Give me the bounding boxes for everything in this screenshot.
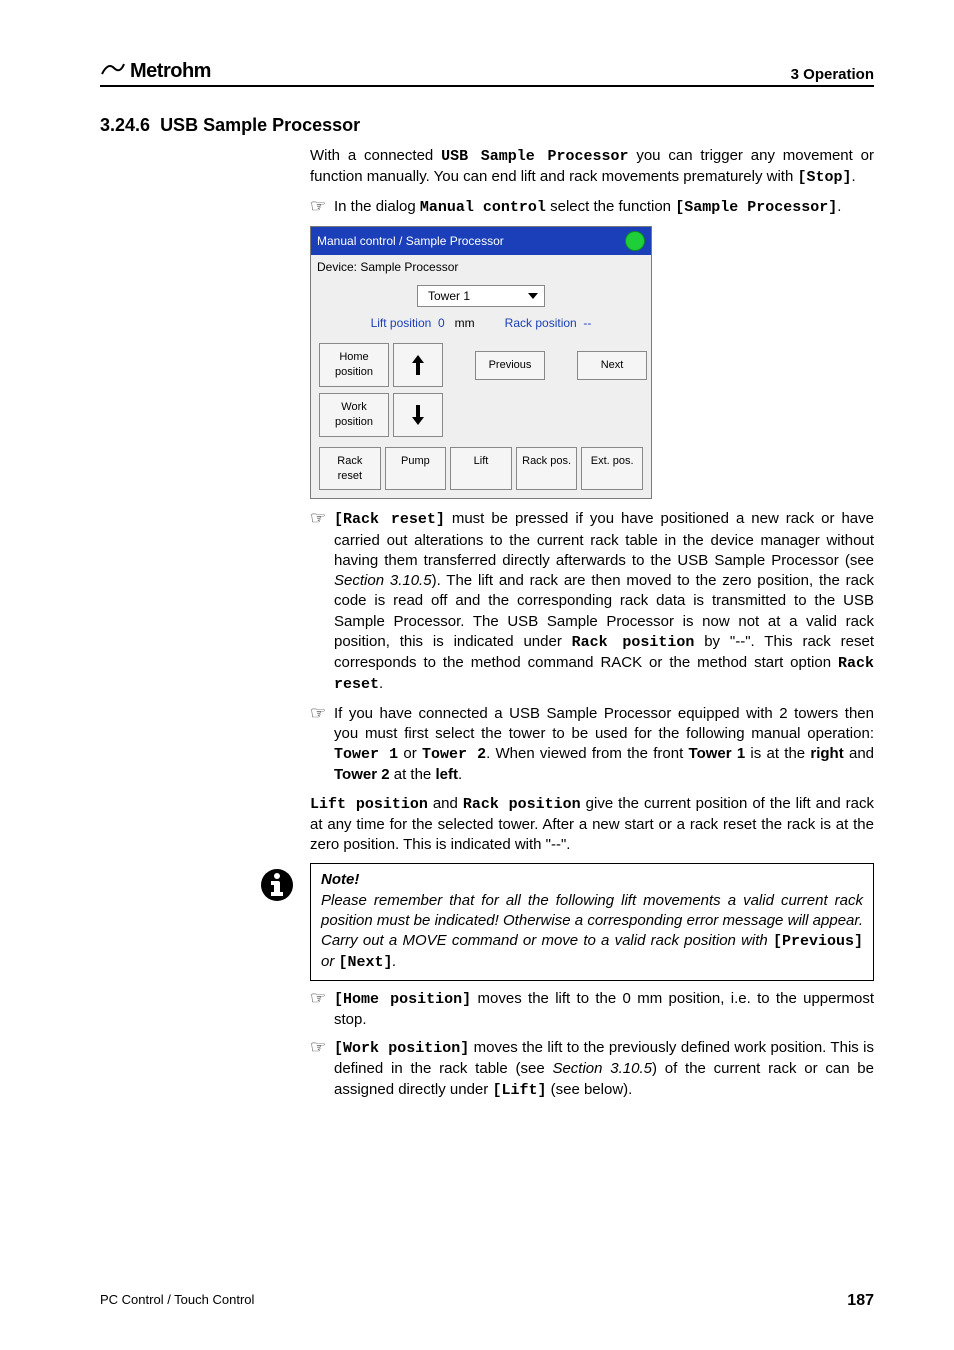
position-paragraph: Lift position and Rack position give the… bbox=[310, 794, 874, 856]
section-number: 3.24.6 bbox=[100, 115, 150, 135]
intro-paragraph: With a connected USB Sample Processor yo… bbox=[310, 146, 874, 189]
pointer-icon: ☞ bbox=[310, 197, 334, 218]
section-heading: 3.24.6 USB Sample Processor bbox=[100, 115, 874, 136]
lift-down-button[interactable] bbox=[393, 393, 443, 437]
info-icon bbox=[256, 863, 298, 980]
ext-pos-button[interactable]: Ext. pos. bbox=[581, 447, 643, 491]
logo-text: Metrohm bbox=[130, 60, 211, 83]
instruction-home-position: ☞ [Home position] moves the lift to the … bbox=[310, 989, 874, 1031]
term-work-position: [Work position] bbox=[334, 1040, 469, 1057]
note-body: Please remember that for all the followi… bbox=[321, 891, 863, 974]
term-sample-processor: [Sample Processor] bbox=[675, 199, 837, 216]
sample-processor-dialog: Manual control / Sample Processor Device… bbox=[310, 226, 652, 500]
brand-logo: Metrohm bbox=[100, 60, 211, 83]
pointer-icon: ☞ bbox=[310, 1038, 334, 1101]
ref-section-2: Section 3.10.5 bbox=[552, 1060, 652, 1077]
lift-up-button[interactable] bbox=[393, 343, 443, 387]
term-left: left bbox=[435, 766, 458, 783]
rack-position-status: Rack position -- bbox=[505, 315, 592, 331]
term-tower-1-b: Tower 1 bbox=[689, 745, 746, 762]
term-tower-2-b: Tower 2 bbox=[334, 766, 390, 783]
term-usb-sample-processor: USB Sample Processor bbox=[441, 148, 628, 165]
term-lift: [Lift] bbox=[492, 1082, 546, 1099]
instruction-work-position: ☞ [Work position] moves the lift to the … bbox=[310, 1038, 874, 1101]
device-label: Device: Sample Processor bbox=[311, 255, 651, 279]
term-next: [Next] bbox=[339, 954, 393, 971]
instruction-rack-reset: ☞ [Rack reset] must be pressed if you ha… bbox=[310, 509, 874, 695]
pointer-icon: ☞ bbox=[310, 704, 334, 786]
page-footer: PC Control / Touch Control 187 bbox=[100, 1292, 874, 1310]
lift-button[interactable]: Lift bbox=[450, 447, 512, 491]
ref-section: Section 3.10.5 bbox=[334, 572, 432, 589]
term-rack-position: Rack position bbox=[572, 634, 695, 651]
logo-icon bbox=[100, 60, 126, 83]
previous-button[interactable]: Previous bbox=[475, 351, 545, 380]
tower-dropdown[interactable]: Tower 1 bbox=[417, 285, 545, 307]
term-rack-reset: [Rack reset] bbox=[334, 511, 445, 528]
pointer-icon: ☞ bbox=[310, 989, 334, 1031]
pump-button[interactable]: Pump bbox=[385, 447, 447, 491]
lift-position-status: Lift position 0 mm bbox=[371, 315, 475, 331]
page-number: 187 bbox=[847, 1292, 874, 1310]
home-position-button[interactable]: Home position bbox=[319, 343, 389, 387]
section-title: USB Sample Processor bbox=[160, 115, 360, 135]
term-tower-1: Tower 1 bbox=[334, 746, 398, 763]
term-stop: [Stop] bbox=[797, 169, 851, 186]
rack-reset-button[interactable]: Rack reset bbox=[319, 447, 381, 491]
term-home-position: [Home position] bbox=[334, 991, 471, 1008]
instruction-open-dialog: ☞ In the dialog Manual control select th… bbox=[310, 197, 874, 218]
dialog-title: Manual control / Sample Processor bbox=[317, 233, 504, 249]
term-rack-position-2: Rack position bbox=[463, 796, 581, 813]
note-title: Note! bbox=[321, 870, 863, 890]
term-manual-control: Manual control bbox=[420, 199, 546, 216]
dialog-titlebar: Manual control / Sample Processor bbox=[311, 227, 651, 255]
term-lift-position: Lift position bbox=[310, 796, 428, 813]
chapter-label: 3 Operation bbox=[791, 66, 874, 83]
page-header: Metrohm 3 Operation bbox=[100, 60, 874, 87]
term-tower-2: Tower 2 bbox=[422, 746, 486, 763]
footer-left: PC Control / Touch Control bbox=[100, 1292, 254, 1310]
rack-pos-button[interactable]: Rack pos. bbox=[516, 447, 578, 491]
term-previous: [Previous] bbox=[773, 933, 863, 950]
next-button[interactable]: Next bbox=[577, 351, 647, 380]
term-right: right bbox=[810, 745, 843, 762]
work-position-button[interactable]: Work position bbox=[319, 393, 389, 437]
note-block: Note! Please remember that for all the f… bbox=[256, 863, 874, 980]
status-row: Lift position 0 mm Rack position -- bbox=[311, 313, 651, 339]
instruction-tower-select: ☞ If you have connected a USB Sample Pro… bbox=[310, 704, 874, 786]
pointer-icon: ☞ bbox=[310, 509, 334, 695]
help-icon[interactable] bbox=[625, 231, 645, 251]
